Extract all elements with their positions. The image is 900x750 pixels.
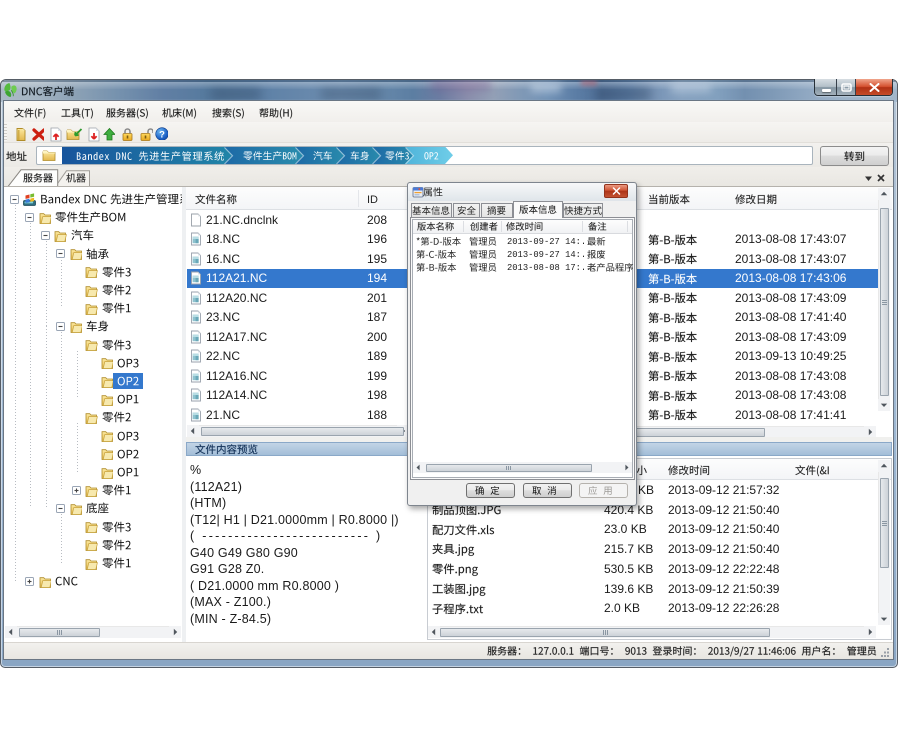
svg-text:?: ? bbox=[159, 129, 165, 140]
